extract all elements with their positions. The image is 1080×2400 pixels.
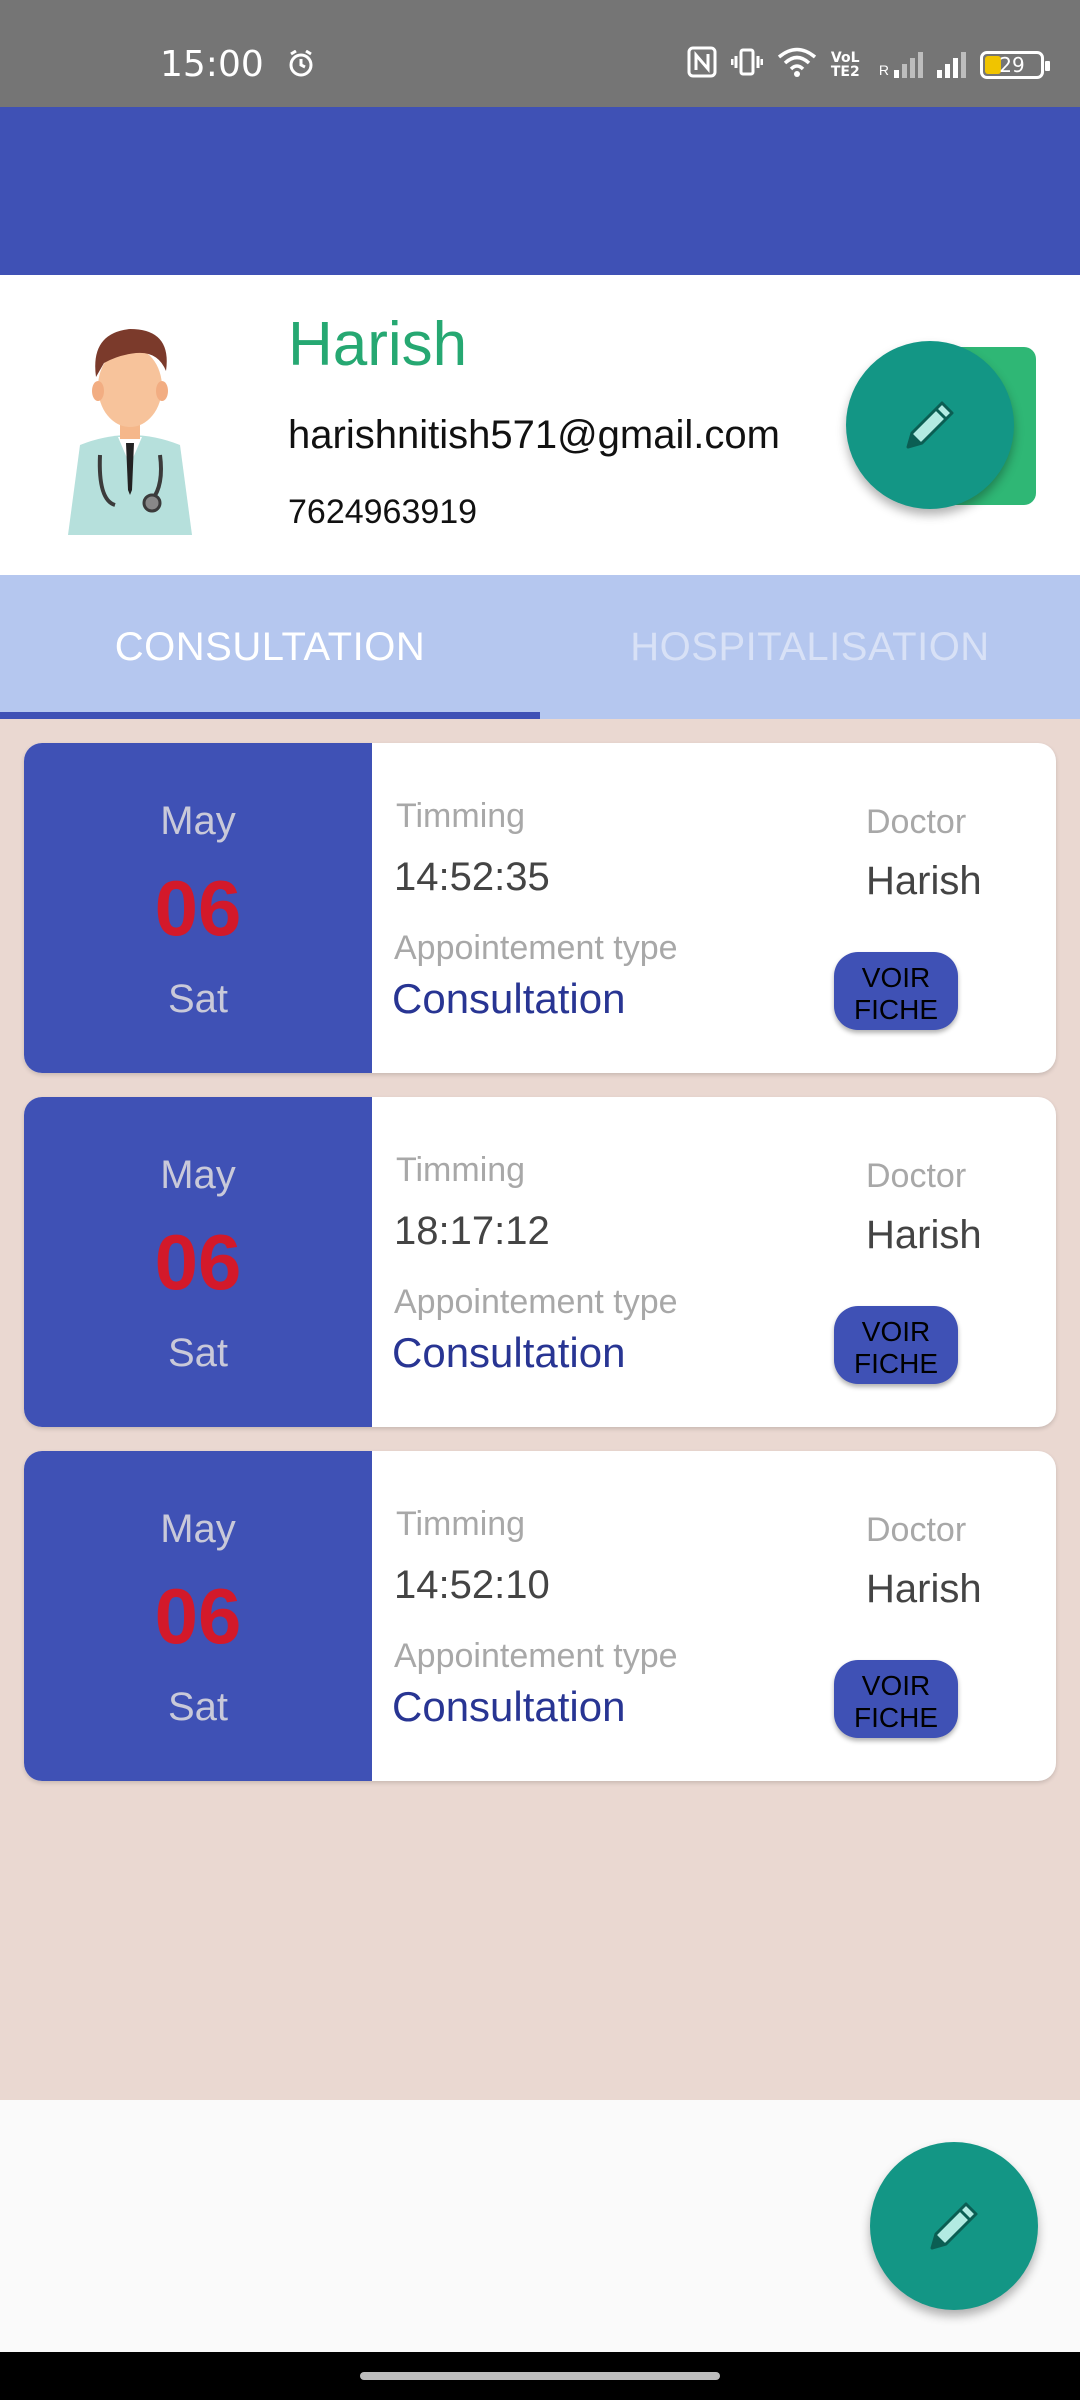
doctor-label: Doctor [866, 1511, 967, 1549]
appointment-type-label: Appointement type [394, 929, 678, 967]
tab-indicator [0, 712, 540, 719]
appointment-type-value: Consultation [392, 1329, 626, 1376]
timing-value: 14:52:10 [394, 1563, 550, 1607]
date-block: May 06 Sat [24, 1097, 372, 1427]
doctor-avatar [68, 329, 192, 535]
signal-icon-sim2 [937, 51, 966, 78]
profile-name: Harish [288, 310, 468, 379]
appointment-list[interactable]: May 06 Sat Timming 14:52:35 Appointement… [0, 719, 1080, 2100]
tab-hospitalisation[interactable]: HOSPITALISATION [540, 575, 1080, 719]
profile-header: Harish harishnitish571@gmail.com 7624963… [0, 275, 1080, 575]
voir-fiche-button[interactable]: VOIR FICHE [834, 1306, 958, 1384]
timing-value: 18:17:12 [394, 1209, 550, 1253]
tab-consultation[interactable]: CONSULTATION [0, 575, 540, 719]
profile-phone: 7624963919 [288, 493, 478, 531]
doctor-label: Doctor [866, 1157, 967, 1195]
volte-icon: VoLTE2 [830, 49, 860, 80]
edit-profile-button[interactable] [846, 341, 1014, 509]
battery-icon: 29 [980, 50, 1050, 79]
date-block: May 06 Sat [24, 743, 372, 1073]
appointment-card[interactable]: May 06 Sat Timming 18:17:12 Appointement… [24, 1097, 1056, 1427]
appointment-type-value: Consultation [392, 975, 626, 1022]
profile-email: harishnitish571@gmail.com [288, 413, 780, 457]
timing-label: Timming [396, 797, 526, 835]
appointment-card[interactable]: May 06 Sat Timming 14:52:35 Appointement… [24, 743, 1056, 1073]
pencil-icon [906, 401, 954, 449]
voir-fiche-button[interactable]: VOIR FICHE [834, 952, 958, 1030]
signal-icon-sim1: R [879, 51, 923, 78]
nfc-icon [687, 46, 717, 83]
status-time: 15:00 [160, 44, 264, 85]
wifi-icon [777, 46, 817, 83]
appointment-day: 06 [154, 1218, 242, 1306]
appointment-day: 06 [154, 864, 242, 952]
appointment-card[interactable]: May 06 Sat Timming 14:52:10 Appointement… [24, 1451, 1056, 1781]
doctor-value: Harish [866, 1213, 982, 1257]
appointment-type-value: Consultation [392, 1683, 626, 1730]
appointment-weekday: Sat [167, 1685, 229, 1729]
doctor-label: Doctor [866, 803, 967, 841]
timing-value: 14:52:35 [394, 855, 550, 899]
status-bar: 15:00 VoLTE2 R 29 [0, 0, 1080, 107]
appointment-weekday: Sat [167, 977, 229, 1021]
appointment-day: 06 [154, 1572, 242, 1660]
appointment-month: May [160, 1507, 236, 1551]
appointment-month: May [160, 1153, 236, 1197]
home-gesture-handle[interactable] [360, 2372, 720, 2380]
timing-label: Timming [396, 1151, 526, 1189]
timing-label: Timming [396, 1505, 526, 1543]
voir-fiche-button[interactable]: VOIR FICHE [834, 1660, 958, 1738]
appointment-type-label: Appointement type [394, 1637, 678, 1675]
date-block: May 06 Sat [24, 1451, 372, 1781]
appointment-weekday: Sat [167, 1331, 229, 1375]
doctor-value: Harish [866, 1567, 982, 1611]
pencil-icon [930, 2202, 978, 2250]
doctor-value: Harish [866, 859, 982, 903]
add-appointment-button[interactable] [870, 2142, 1038, 2310]
app-bar [0, 107, 1080, 275]
battery-level: 29 [999, 52, 1025, 77]
appointment-month: May [160, 799, 236, 843]
vibrate-icon [730, 46, 764, 83]
appointment-type-label: Appointement type [394, 1283, 678, 1321]
alarm-icon [288, 49, 314, 83]
tab-bar: CONSULTATION HOSPITALISATION [0, 575, 1080, 719]
system-nav-bar [0, 2352, 1080, 2400]
